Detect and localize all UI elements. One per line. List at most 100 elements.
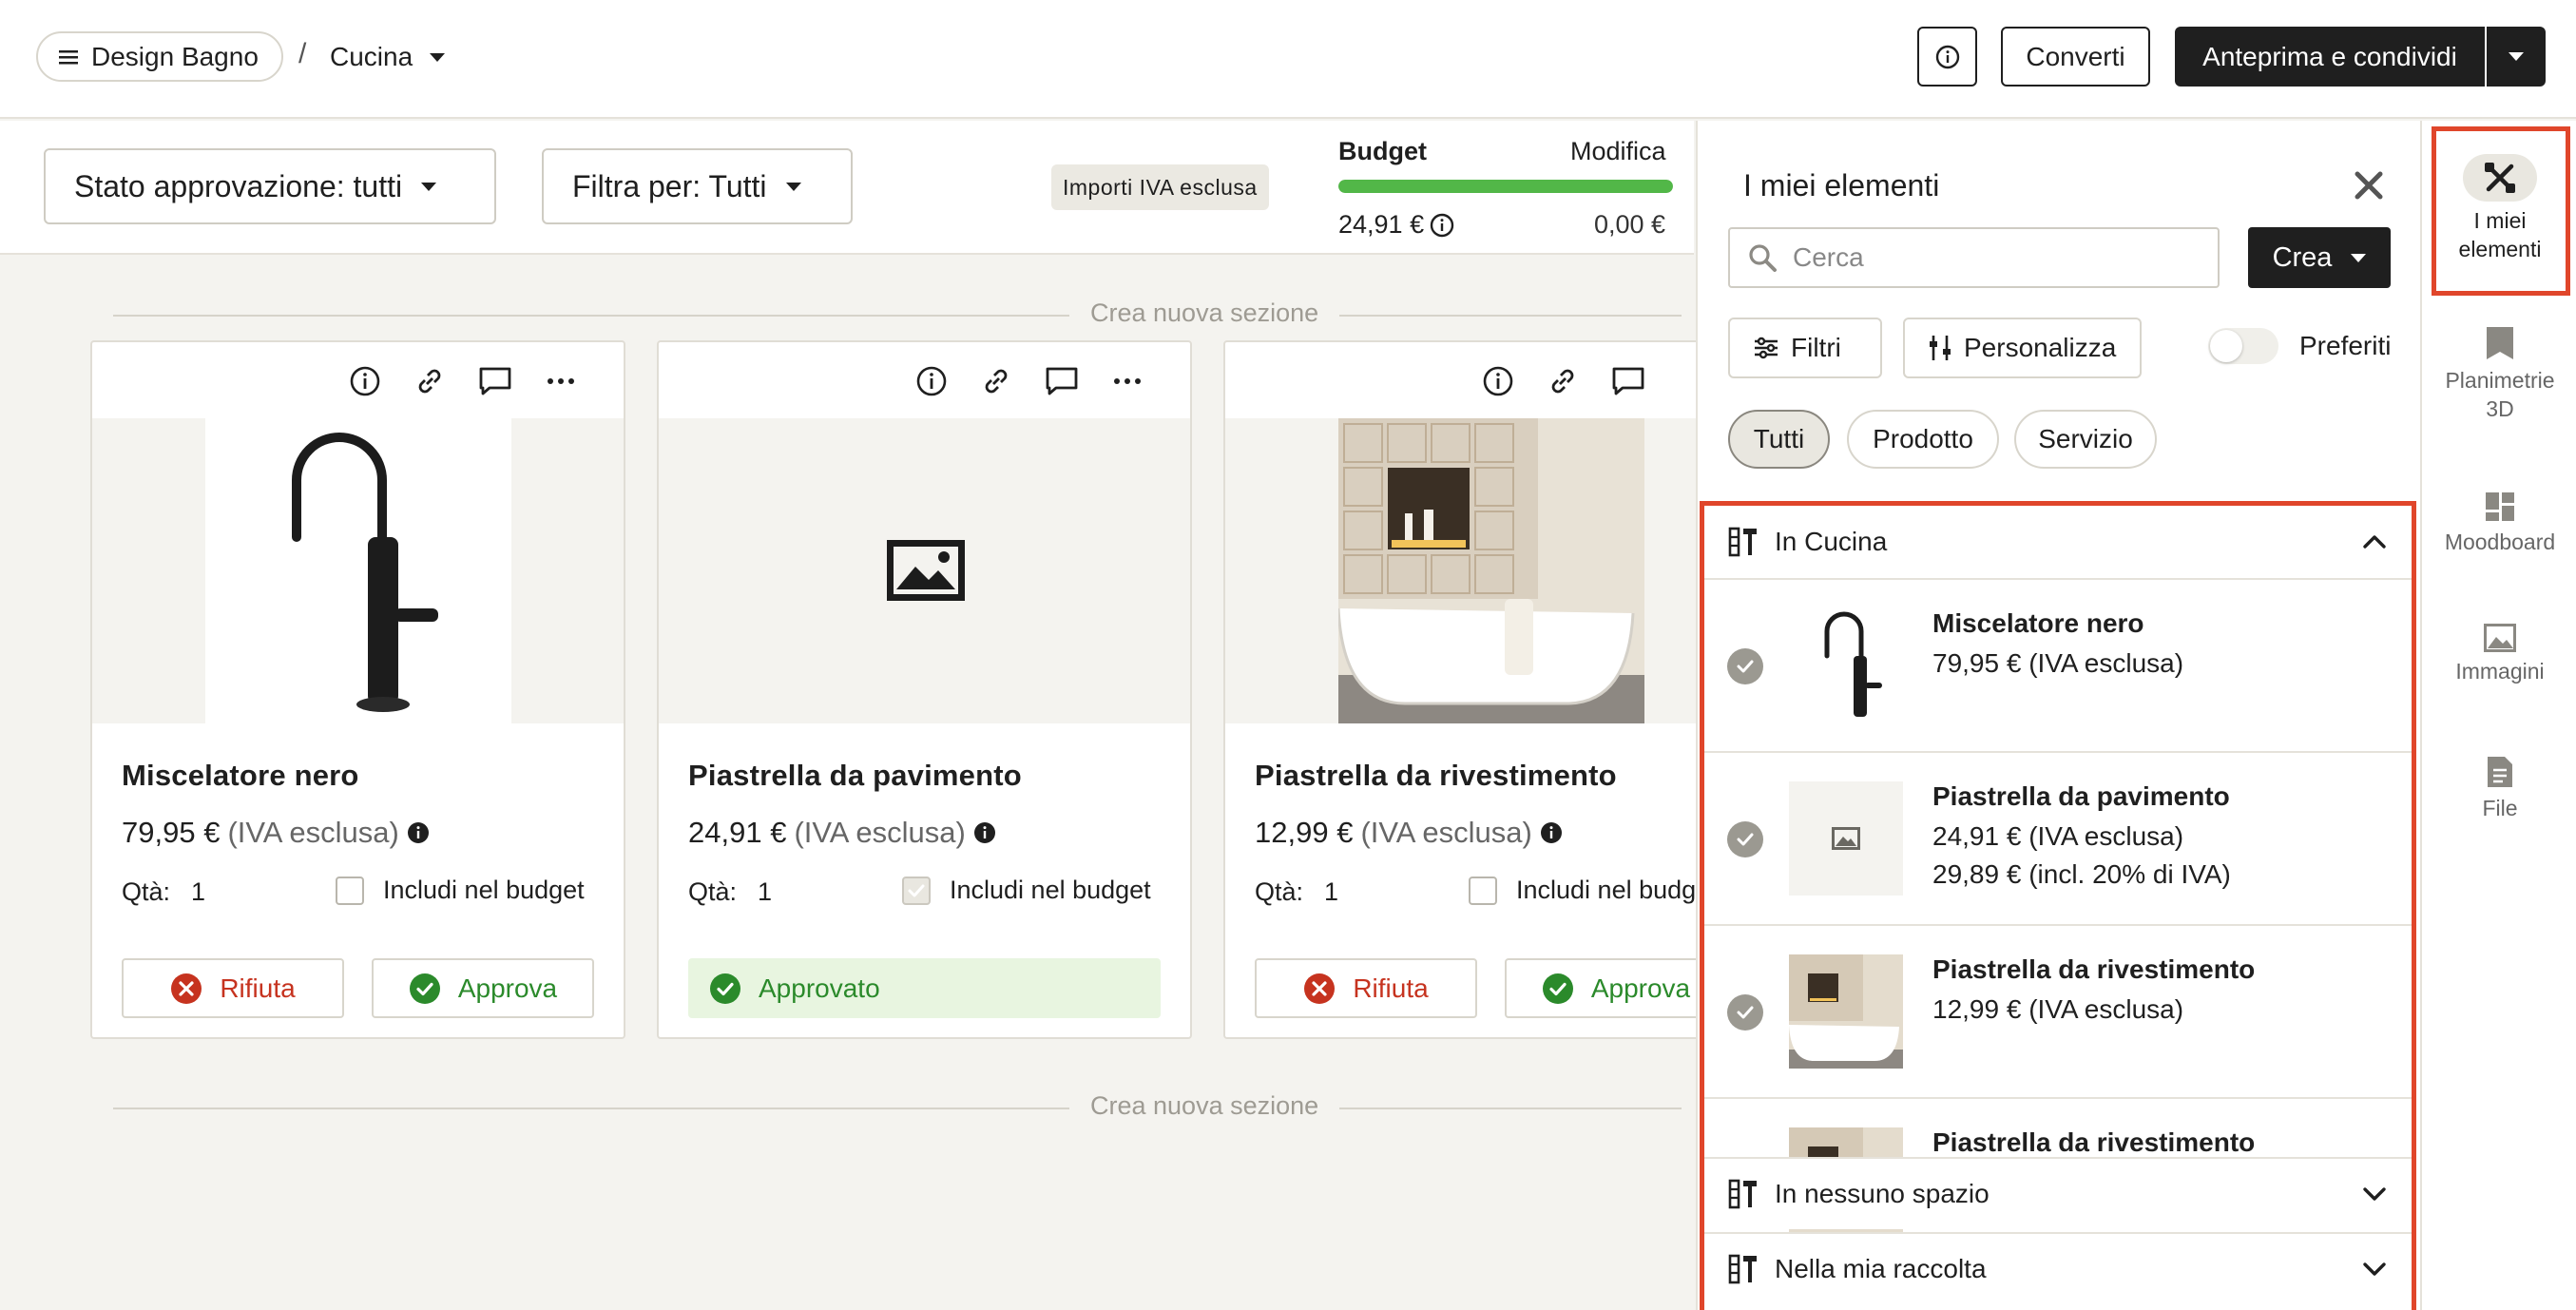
item-price: 24,91 € (IVA esclusa) xyxy=(1932,821,2184,851)
quantity: Qtà: 1 xyxy=(122,877,205,907)
include-budget-checkbox[interactable]: Includi nel budget xyxy=(336,876,585,905)
reject-button[interactable]: Rifiuta xyxy=(1255,958,1477,1018)
chevron-down-icon xyxy=(785,182,801,191)
rail-item-images[interactable]: Immagini xyxy=(2422,624,2576,686)
product-image[interactable] xyxy=(1225,418,1757,723)
room-tools-icon xyxy=(1728,1179,1757,1209)
group-label: In nessuno spazio xyxy=(1775,1179,1990,1208)
approve-button[interactable]: Approva xyxy=(372,958,594,1018)
rail-highlight-frame xyxy=(2432,126,2570,296)
product-image[interactable] xyxy=(92,418,624,723)
more-icon[interactable] xyxy=(545,365,577,397)
black-faucet-image xyxy=(1824,611,1882,717)
quantity-label: Qtà: xyxy=(688,877,738,906)
bathroom-tiles-image xyxy=(1789,954,1903,1069)
info-icon[interactable] xyxy=(1430,213,1454,238)
favorites-toggle[interactable]: Preferiti xyxy=(2208,328,2391,364)
info-button[interactable] xyxy=(1917,27,1977,87)
chevron-down-icon xyxy=(430,52,446,62)
budget-edit-link[interactable]: Modifica xyxy=(1570,137,1666,166)
check-icon xyxy=(1727,648,1763,684)
preview-options-button[interactable] xyxy=(2487,27,2546,87)
create-button[interactable]: Crea xyxy=(2248,227,2391,288)
info-filled-icon[interactable] xyxy=(973,821,996,844)
info-icon[interactable] xyxy=(915,365,948,397)
list-item[interactable]: Piastrella da rivestimento 12,99 € (IVA … xyxy=(1704,924,2412,1097)
filters-label: Filtri xyxy=(1791,333,1841,362)
comment-icon[interactable] xyxy=(1045,365,1079,397)
budget-label: Budget xyxy=(1338,137,1427,165)
more-icon[interactable] xyxy=(1111,365,1144,397)
approval-status-select[interactable]: Stato approvazione: tutti xyxy=(44,148,496,224)
include-budget-label: Includi nel budget xyxy=(383,876,585,904)
black-faucet-image xyxy=(292,433,438,712)
group-header-in-kitchen[interactable]: In Cucina xyxy=(1704,506,2412,578)
vat-note: (IVA esclusa) xyxy=(227,816,399,849)
bathroom-tiles-image xyxy=(1338,418,1644,723)
group-label: Nella mia raccolta xyxy=(1775,1254,1987,1283)
chip-product[interactable]: Prodotto xyxy=(1847,410,1999,469)
convert-button[interactable]: Converti xyxy=(2001,27,2150,87)
include-budget-label: Includi nel budget xyxy=(950,876,1151,904)
chip-all[interactable]: Tutti xyxy=(1728,410,1830,469)
item-name: Piastrella da rivestimento xyxy=(1932,954,2256,984)
info-filled-icon[interactable] xyxy=(407,821,430,844)
list-item[interactable]: Miscelatore nero 79,95 € (IVA esclusa) xyxy=(1704,578,2412,751)
checkbox[interactable] xyxy=(1469,876,1497,905)
search-icon xyxy=(1749,244,1777,272)
checkbox[interactable] xyxy=(336,876,364,905)
filter-by-select[interactable]: Filtra per: Tutti xyxy=(542,148,853,224)
rail-item-files[interactable]: File xyxy=(2422,755,2576,823)
comment-icon[interactable] xyxy=(1611,365,1645,397)
close-icon[interactable] xyxy=(2354,170,2384,201)
link-icon[interactable] xyxy=(413,365,446,397)
approve-button[interactable]: Approva xyxy=(1505,958,1727,1018)
filters-button[interactable]: Filtri xyxy=(1728,318,1882,378)
check-icon xyxy=(1727,821,1763,857)
chevron-down-icon xyxy=(2363,1187,2386,1201)
toggle-switch[interactable] xyxy=(2208,328,2278,364)
approved-status: Approvato xyxy=(688,958,1161,1018)
product-image[interactable] xyxy=(659,418,1190,723)
project-menu-button[interactable]: Design Bagno xyxy=(36,31,283,82)
reject-label: Rifiuta xyxy=(220,973,296,1003)
floorplan-icon xyxy=(2487,327,2513,359)
customize-button[interactable]: Personalizza xyxy=(1903,318,2142,378)
item-thumbnail xyxy=(1789,954,1903,1069)
room-tools-icon xyxy=(1728,527,1757,557)
moodboard-icon xyxy=(2486,492,2514,521)
search-input[interactable]: Cerca xyxy=(1728,227,2220,288)
filter-by-value: Filtra per: Tutti xyxy=(572,168,767,203)
chip-service[interactable]: Servizio xyxy=(2014,410,2157,469)
rail-item-floorplans[interactable]: Planimetrie 3D xyxy=(2422,325,2576,424)
info-filled-icon[interactable] xyxy=(1540,821,1563,844)
vat-note: (IVA esclusa) xyxy=(794,816,966,849)
top-bar: Design Bagno / Cucina Converti Anteprima… xyxy=(0,0,2576,119)
include-budget-checkbox[interactable]: Includi nel budget xyxy=(1469,876,1718,905)
link-icon[interactable] xyxy=(1547,365,1579,397)
info-icon[interactable] xyxy=(1482,365,1514,397)
preview-share-button[interactable]: Anteprima e condividi xyxy=(2175,27,2485,87)
check-icon xyxy=(1727,994,1763,1031)
budget-spent: 24,91 € xyxy=(1338,210,1454,240)
rail-item-moodboard[interactable]: Moodboard xyxy=(2422,491,2576,557)
create-section-label[interactable]: Crea nuova sezione xyxy=(1069,299,1340,328)
include-budget-checkbox[interactable]: Includi nel budget xyxy=(902,876,1151,905)
panel-title: I miei elementi xyxy=(1743,168,1940,202)
create-section-label[interactable]: Crea nuova sezione xyxy=(1069,1091,1340,1121)
rail-label: File xyxy=(2482,796,2518,820)
checkbox-checked[interactable] xyxy=(902,876,931,905)
quantity-value: 1 xyxy=(191,877,206,906)
room-dropdown[interactable]: Cucina xyxy=(330,36,446,78)
info-icon[interactable] xyxy=(349,365,381,397)
comment-icon[interactable] xyxy=(478,365,512,397)
list-item[interactable]: Piastrella da pavimento 24,91 € (IVA esc… xyxy=(1704,751,2412,924)
link-icon[interactable] xyxy=(980,365,1012,397)
chevron-down-icon xyxy=(2509,52,2524,61)
quantity-value: 1 xyxy=(1324,877,1339,906)
budget-spent-value: 24,91 € xyxy=(1338,210,1425,239)
reject-button[interactable]: Rifiuta xyxy=(122,958,344,1018)
favorites-label: Preferiti xyxy=(2299,331,2392,360)
group-header-my-collection[interactable]: Nella mia raccolta xyxy=(1704,1232,2412,1304)
group-header-no-space[interactable]: In nessuno spazio xyxy=(1704,1157,2412,1229)
